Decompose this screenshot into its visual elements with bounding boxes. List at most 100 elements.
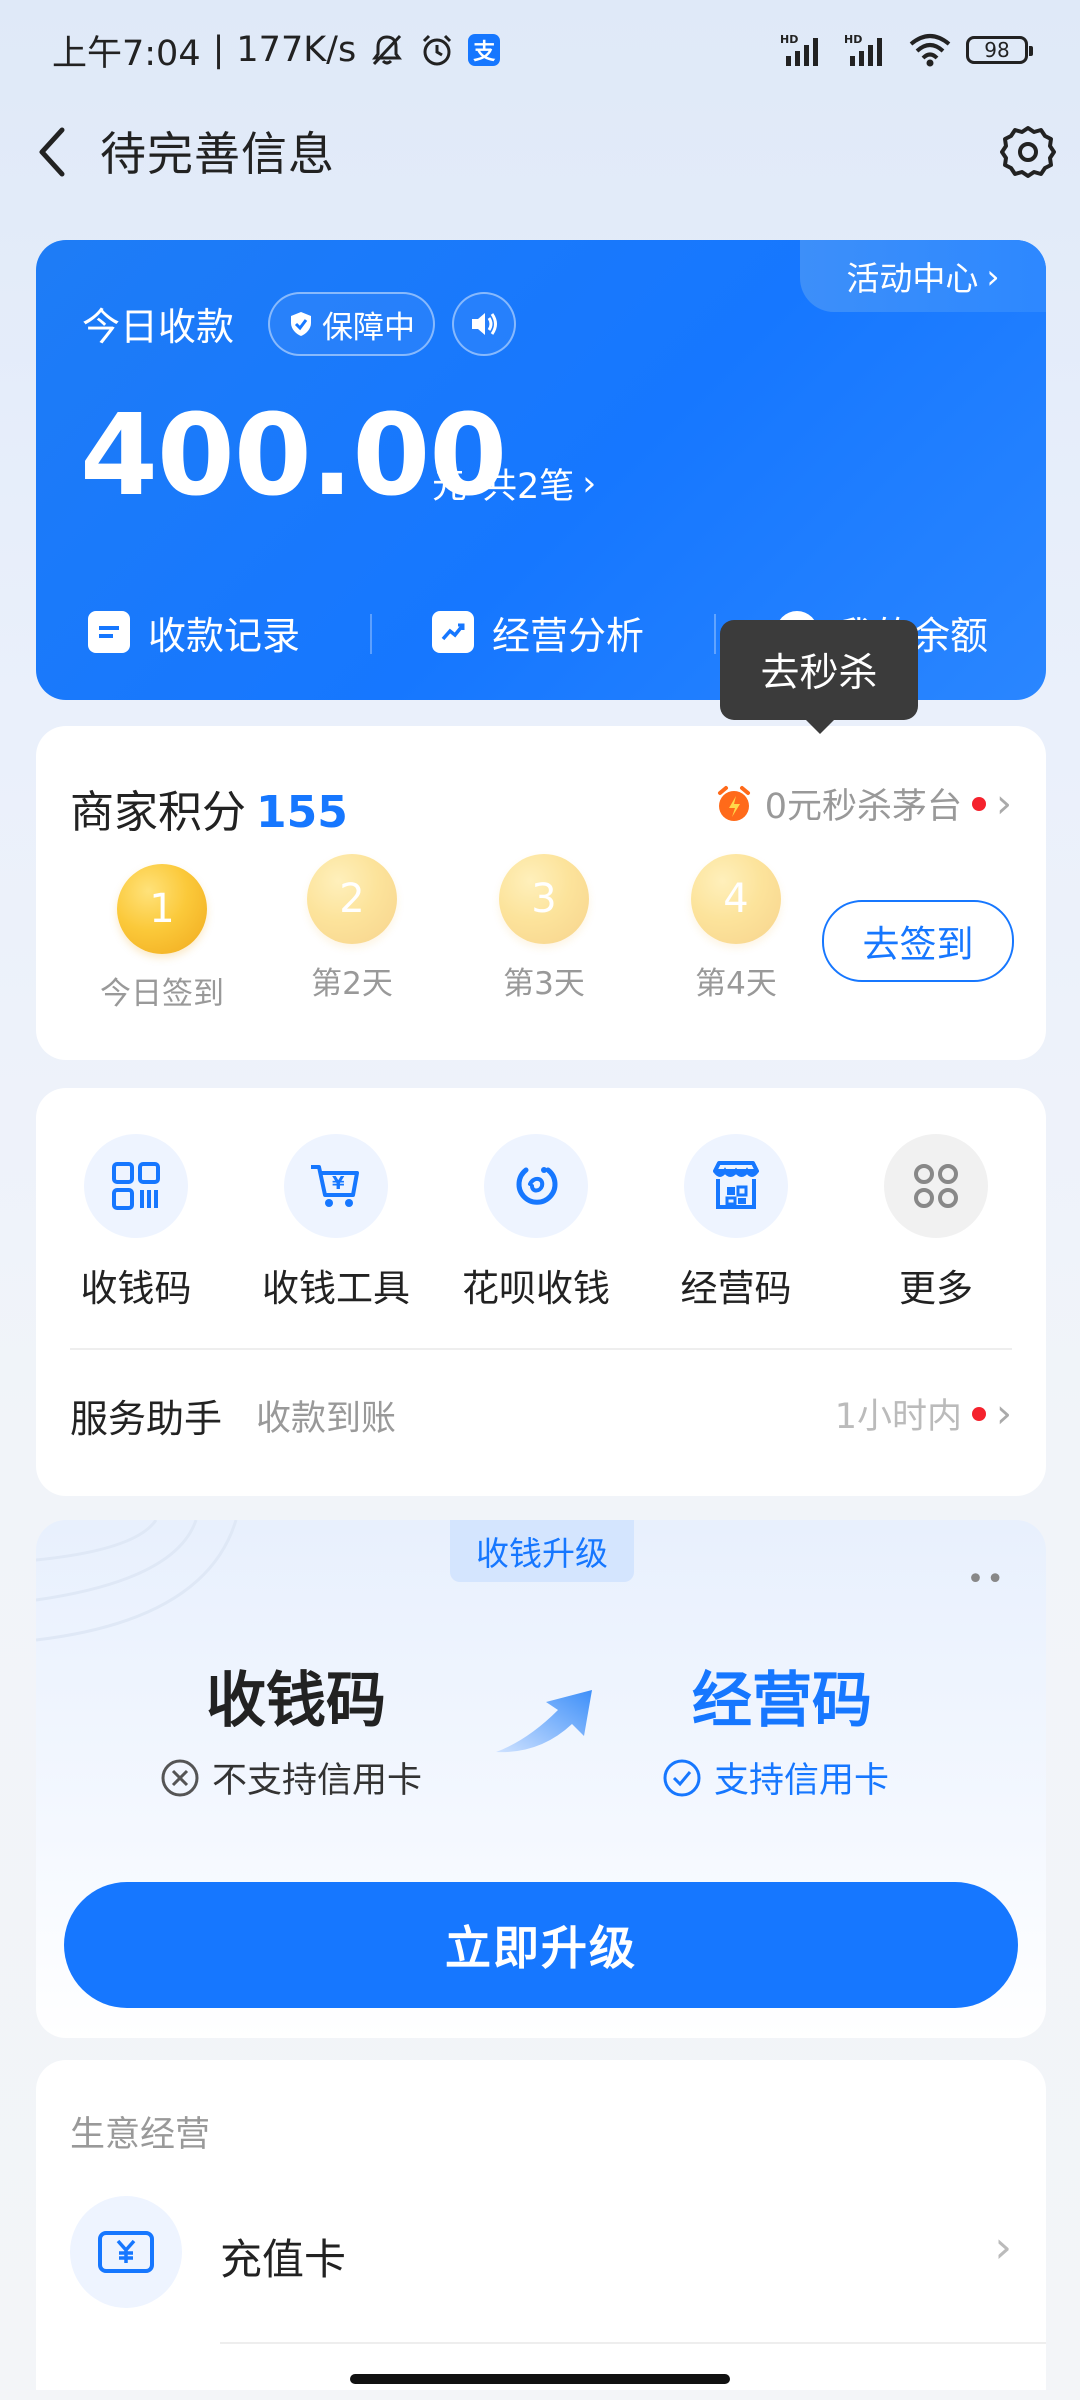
tool-business-analysis[interactable]: 经营分析 [432,592,644,672]
points-title: 商家积分 155 [70,776,348,840]
signin-day-label: 第4天 [695,966,777,1002]
coin-icon: 4 [691,854,781,944]
back-arrow-icon[interactable] [26,120,80,184]
flash-sale-promo[interactable]: 0元秒杀茅台 › [713,778,1012,829]
signin-day-label: 第2天 [311,966,393,1002]
battery-icon: 98 [966,36,1033,64]
new-code-note-text: 支持信用卡 [714,1761,890,1801]
x-circle-icon [161,1759,199,1796]
transaction-count-link[interactable]: 共2笔 › [482,458,596,509]
old-code-note: 不支持信用卡 [160,1752,422,1803]
chart-icon [432,611,474,653]
home-indicator[interactable] [350,2374,730,2384]
business-section-title: 生意经营 [70,2115,211,2155]
chevron-right-icon: › [986,256,1000,296]
merchant-points-card: 商家积分 155 0元秒杀茅台 › 1 今日签到 2 第2天 3 第3天 4 第4… [36,726,1046,1060]
speaker-button[interactable] [452,292,516,356]
svg-text:HD: HD [780,33,798,46]
cart-yuan-icon: ¥ [284,1134,388,1238]
quick-tools-card: 收钱码 ¥ 收钱工具 花呗收钱 经营码 更多 服务助手 收款到账 1小时内 › [36,1088,1046,1496]
status-bar-right: HD HD 98 [780,26,1033,74]
old-code-title: 收钱码 [206,1666,386,1736]
service-assistant-time: 1小时内 [834,1397,962,1437]
new-dot [972,796,986,811]
chevron-right-icon: › [582,463,597,504]
upgrade-card: 收钱升级 •• 收钱码 不支持信用卡 经营码 支持信用卡 立即升级 [36,1520,1046,2038]
alarm-icon [423,34,452,66]
app-label: 收钱工具 [262,1267,410,1310]
shield-check-icon [291,312,311,336]
signin-day-2: 2 第2天 [272,854,432,1003]
huabei-icon [484,1134,588,1238]
chevron-right-icon: › [994,2222,1012,2273]
divider [220,2342,1046,2344]
signal-hd-icon-2: HD [844,33,882,66]
page-title: 待完善信息 [100,127,335,181]
mute-bell-icon [372,34,403,66]
recharge-card-row[interactable]: 充值卡 › [70,2196,1012,2316]
upgrade-tag: 收钱升级 [450,1520,634,1582]
signin-day-4: 4 第4天 [656,854,816,1003]
svg-text:¥: ¥ [332,1173,345,1194]
store-code-icon [684,1134,788,1238]
signin-day-label: 第3天 [503,966,585,1002]
transaction-count: 共2笔 [482,467,575,507]
points-value: 155 [256,787,348,838]
svg-text:HD: HD [844,33,862,46]
service-assistant-subtitle: 收款到账 [256,1399,397,1439]
today-income-label: 今日收款 [82,305,235,349]
yuan-card-icon [70,2196,182,2308]
service-assistant-link[interactable]: 1小时内 › [835,1388,1012,1439]
signin-day-1: 1 今日签到 [82,864,242,1013]
wifi-icon [909,34,951,67]
divider [70,1348,1012,1350]
chevron-right-icon: › [996,1390,1012,1437]
alarm-clock-icon [717,785,750,821]
more-grid-icon [884,1134,988,1238]
service-assistant-title[interactable]: 服务助手 [70,1388,222,1443]
tool-payment-records[interactable]: 收款记录 [88,592,300,672]
signal-hd-icon: HD [780,33,818,66]
app-label: 更多 [899,1267,973,1310]
arrow-up-right-icon [496,1690,592,1753]
upgrade-now-button[interactable]: 立即升级 [64,1882,1018,2008]
app-label: 经营码 [680,1267,792,1310]
new-code-title: 经营码 [692,1666,872,1736]
chevron-right-icon: › [996,780,1012,827]
tool-divider [714,614,716,654]
activity-center-label: 活动中心 [846,259,979,298]
status-separator: | [212,30,225,70]
signin-button[interactable]: 去签到 [822,900,1014,982]
tool-label: 经营分析 [492,613,645,658]
signin-day-label: 今日签到 [100,976,224,1012]
status-time: 上午7:04 [52,33,201,74]
tool-divider [370,614,372,654]
new-code-note: 支持信用卡 [662,1752,889,1803]
flash-sale-tooltip[interactable]: 去秒杀 [720,620,918,734]
guard-badge-label: 保障中 [322,309,415,346]
app-qr-code[interactable]: 收钱码 [36,1134,236,1312]
new-dot [972,1406,986,1421]
speaker-icon [472,313,497,335]
app-more[interactable]: 更多 [836,1134,1036,1312]
guard-badge[interactable]: 保障中 [268,292,435,356]
more-options-icon[interactable]: •• [967,1562,1006,1597]
app-huabei[interactable]: 花呗收钱 [436,1134,636,1312]
activity-center-link[interactable]: 活动中心 › [800,240,1046,312]
recharge-card-label: 充值卡 [220,2235,347,2284]
check-circle-icon [663,1759,701,1796]
app-payment-tools[interactable]: ¥ 收钱工具 [236,1134,436,1312]
app-label: 收钱码 [80,1267,192,1310]
app-label: 花呗收钱 [462,1267,610,1310]
coin-icon: 1 [117,864,207,954]
signin-day-3: 3 第3天 [464,854,624,1003]
coin-icon: 3 [499,854,589,944]
alipay-notify-icon: 支 [468,34,501,66]
records-icon [88,611,130,653]
amount-unit: 元 [432,467,468,507]
tool-label: 收款记录 [148,613,301,658]
gear-icon[interactable] [998,122,1058,182]
status-bar-left: 上午7:04 | 177K/s 支 [52,26,501,74]
points-title-label: 商家积分 [70,787,246,838]
app-store-code[interactable]: 经营码 [636,1134,836,1312]
